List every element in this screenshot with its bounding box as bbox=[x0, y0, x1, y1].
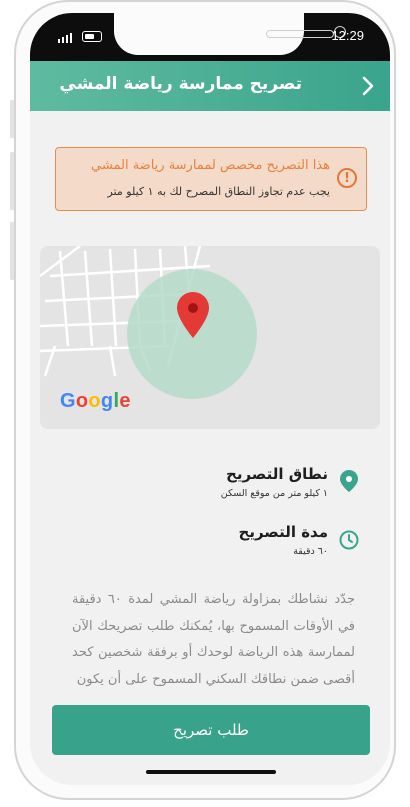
chevron-right-icon bbox=[362, 76, 374, 96]
warning-icon: ! bbox=[337, 168, 357, 188]
app-header: تصريح ممارسة رياضة المشي bbox=[30, 61, 390, 111]
google-logo: Google bbox=[60, 390, 131, 412]
map-view[interactable]: Google bbox=[40, 246, 380, 429]
page-title: تصريح ممارسة رياضة المشي bbox=[59, 74, 302, 94]
app-screen: 12:29 تصريح ممارسة رياضة المشي ! هذا الت… bbox=[30, 13, 390, 785]
permit-duration-value: ٦٠ دقيقة bbox=[293, 546, 328, 557]
permit-range-title: نطاق التصريح bbox=[226, 465, 328, 483]
home-indicator bbox=[146, 770, 276, 774]
status-bar: 12:29 bbox=[30, 13, 390, 61]
phone-notch bbox=[114, 13, 346, 55]
back-button[interactable] bbox=[356, 71, 380, 101]
alert-title: هذا التصريح مخصص لممارسة رياضة المشي bbox=[91, 158, 330, 173]
description-text: جدّد نشاطك بمزاولة رياضة المشي لمدة ٦٠ د… bbox=[72, 592, 355, 687]
battery-icon bbox=[82, 31, 102, 42]
map-pin-icon bbox=[340, 470, 358, 492]
speaker-icon bbox=[266, 30, 334, 38]
clock-icon bbox=[339, 530, 359, 550]
permit-duration-row: مدة التصريح ٦٠ دقيقة bbox=[60, 523, 360, 563]
permit-range-row: نطاق التصريح ١ كيلو متر من موقع السكن bbox=[60, 465, 360, 505]
signal-icon bbox=[58, 33, 72, 43]
permit-range-value: ١ كيلو متر من موقع السكن bbox=[220, 488, 328, 499]
request-permit-button[interactable]: طلب تصريح bbox=[52, 705, 370, 755]
walking-permit-alert: ! هذا التصريح مخصص لممارسة رياضة المشي ي… bbox=[55, 147, 367, 211]
permit-duration-title: مدة التصريح bbox=[238, 523, 328, 541]
status-time: 12:29 bbox=[331, 28, 364, 43]
alert-subtitle: يجب عدم تجاوز النطاق المصرح لك به ١ كيلو… bbox=[107, 185, 331, 198]
